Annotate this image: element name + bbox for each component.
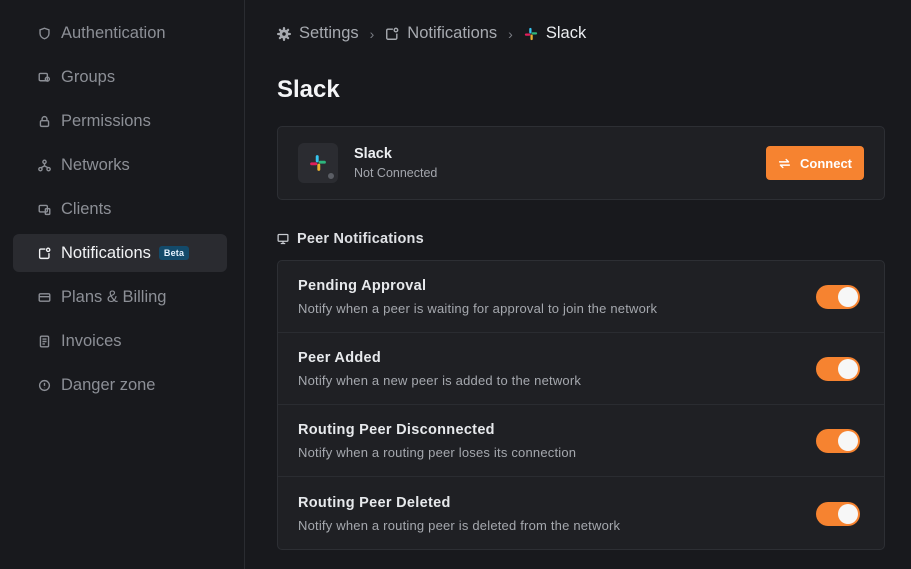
clients-icon [37, 202, 51, 216]
routing-peer-disconnected-toggle[interactable] [816, 428, 860, 453]
breadcrumb-current-label: Slack [545, 24, 587, 42]
page-title: Slack [277, 76, 340, 103]
breadcrumb-notifications[interactable]: Notifications [385, 24, 497, 43]
slack-logo-icon [310, 155, 326, 171]
main-content: Settings › Notifications › Slack Slack S… [245, 0, 911, 569]
sidebar-item-danger-zone[interactable]: Danger zone [13, 366, 227, 404]
notification-description: Notify when a new peer is added to the n… [298, 372, 582, 388]
notification-description: Notify when a peer is waiting for approv… [298, 300, 658, 316]
connect-button[interactable]: Connect [766, 146, 864, 180]
slack-logo-icon [524, 27, 538, 41]
beta-badge: Beta [158, 246, 190, 260]
notification-description: Notify when a routing peer loses its con… [298, 444, 577, 460]
integration-card: Slack Not Connected Connect [277, 126, 885, 200]
notification-title: Routing Peer Deleted [298, 494, 451, 511]
sidebar-item-authentication[interactable]: Authentication [13, 14, 227, 52]
notification-list: Pending Approval Notify when a peer is w… [277, 260, 885, 550]
notification-icon [385, 27, 399, 41]
integration-logo [298, 143, 338, 183]
sidebar-item-clients[interactable]: Clients [13, 190, 227, 228]
sidebar-item-plans-billing[interactable]: Plans & Billing [13, 278, 227, 316]
notification-icon [37, 246, 51, 260]
toggle-knob [838, 430, 858, 451]
sidebar-item-permissions[interactable]: Permissions [13, 102, 227, 140]
notification-row-pending-approval: Pending Approval Notify when a peer is w… [278, 261, 884, 333]
invoice-icon [37, 334, 51, 348]
sidebar-item-networks[interactable]: Networks [13, 146, 227, 184]
connect-button-label: Connect [800, 155, 852, 171]
sidebar-item-label: Danger zone [61, 375, 156, 394]
network-icon [37, 158, 51, 172]
notification-title: Peer Added [298, 349, 382, 366]
notification-text: Routing Peer Disconnected Notify when a … [298, 422, 576, 460]
notification-description: Notify when a routing peer is deleted fr… [298, 517, 621, 533]
notification-title: Routing Peer Disconnected [298, 421, 495, 438]
integration-info: Slack Not Connected [354, 146, 437, 180]
groups-icon [37, 70, 51, 84]
lock-icon [37, 114, 51, 128]
peer-added-toggle[interactable] [816, 356, 860, 381]
sidebar-item-groups[interactable]: Groups [13, 58, 227, 96]
sidebar-item-label: Groups [61, 67, 116, 86]
toggle-knob [838, 358, 858, 379]
shield-icon [37, 26, 51, 40]
pending-approval-toggle[interactable] [816, 284, 860, 309]
sync-arrows-icon [778, 158, 791, 168]
notification-text: Peer Added Notify when a new peer is add… [298, 350, 581, 388]
sidebar-item-label: Clients [61, 199, 112, 218]
sidebar-item-invoices[interactable]: Invoices [13, 322, 227, 360]
alert-circle-icon [37, 378, 51, 392]
connection-status-dot [327, 172, 335, 180]
section-title: Peer Notifications [277, 231, 424, 247]
section-title-label: Peer Notifications [297, 231, 424, 247]
notification-row-routing-peer-deleted: Routing Peer Deleted Notify when a routi… [278, 477, 884, 550]
notification-row-routing-peer-disconnected: Routing Peer Disconnected Notify when a … [278, 405, 884, 477]
toggle-knob [838, 503, 858, 524]
settings-sidebar: Authentication Groups Permissions Networ… [0, 0, 245, 569]
credit-card-icon [37, 290, 51, 304]
gear-icon [277, 26, 291, 41]
chevron-right-icon: › [508, 25, 513, 42]
chevron-right-icon: › [369, 25, 375, 42]
breadcrumb: Settings › Notifications › Slack [277, 24, 586, 43]
sidebar-item-notifications[interactable]: Notifications Beta [13, 234, 227, 272]
breadcrumb-notifications-label: Notifications [407, 24, 498, 42]
breadcrumb-settings-label: Settings [299, 24, 359, 42]
sidebar-item-label: Invoices [61, 331, 122, 350]
breadcrumb-settings[interactable]: Settings [277, 24, 359, 43]
routing-peer-deleted-toggle[interactable] [816, 501, 860, 526]
sidebar-item-label: Networks [61, 155, 130, 174]
sidebar-item-label: Permissions [61, 111, 151, 130]
integration-status: Not Connected [354, 166, 438, 180]
monitor-icon [277, 233, 289, 245]
notification-text: Pending Approval Notify when a peer is w… [298, 278, 657, 316]
sidebar-item-label: Notifications [61, 243, 151, 262]
sidebar-item-label: Plans & Billing [61, 287, 167, 306]
integration-name: Slack [354, 146, 392, 162]
notification-text: Routing Peer Deleted Notify when a routi… [298, 495, 620, 533]
toggle-knob [838, 286, 858, 307]
notification-row-peer-added: Peer Added Notify when a new peer is add… [278, 333, 884, 405]
breadcrumb-current: Slack [524, 24, 586, 43]
sidebar-item-label: Authentication [61, 23, 166, 42]
notification-title: Pending Approval [298, 277, 427, 294]
